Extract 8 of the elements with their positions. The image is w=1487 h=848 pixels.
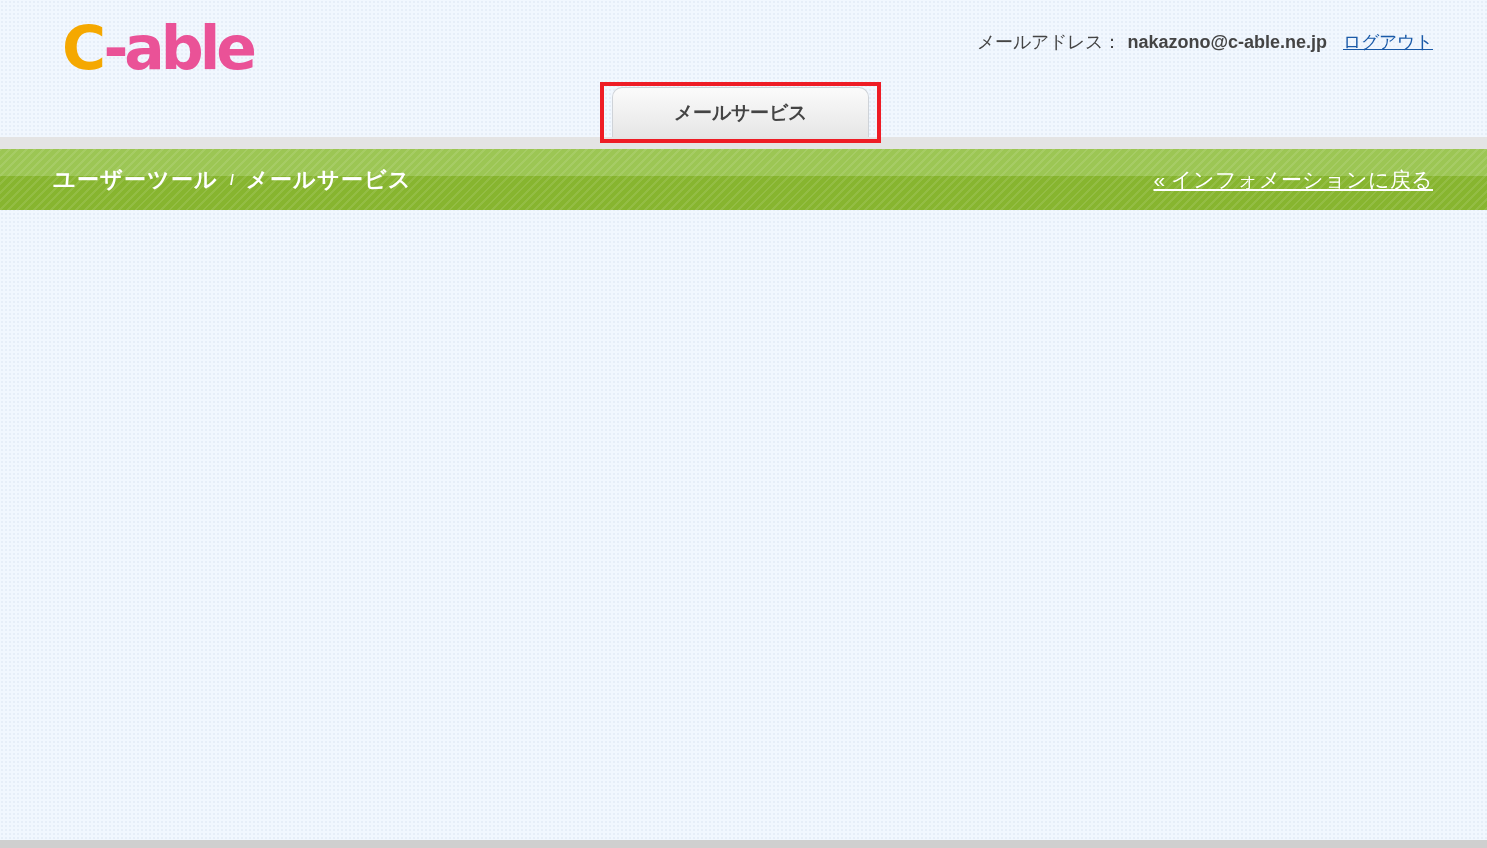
logo: C-able [62, 18, 254, 78]
logout-link[interactable]: ログアウト [1343, 30, 1433, 54]
breadcrumb-item: ユーザーツール [53, 165, 218, 194]
tab[interactable]: メールサービス [612, 87, 869, 137]
email-address: nakazono@c-able.ne.jp [1127, 32, 1327, 53]
breadcrumb-separator: / [230, 171, 234, 188]
email-label: メールアドレス： [977, 31, 1122, 54]
breadcrumb-item: メールサービス [245, 165, 412, 194]
